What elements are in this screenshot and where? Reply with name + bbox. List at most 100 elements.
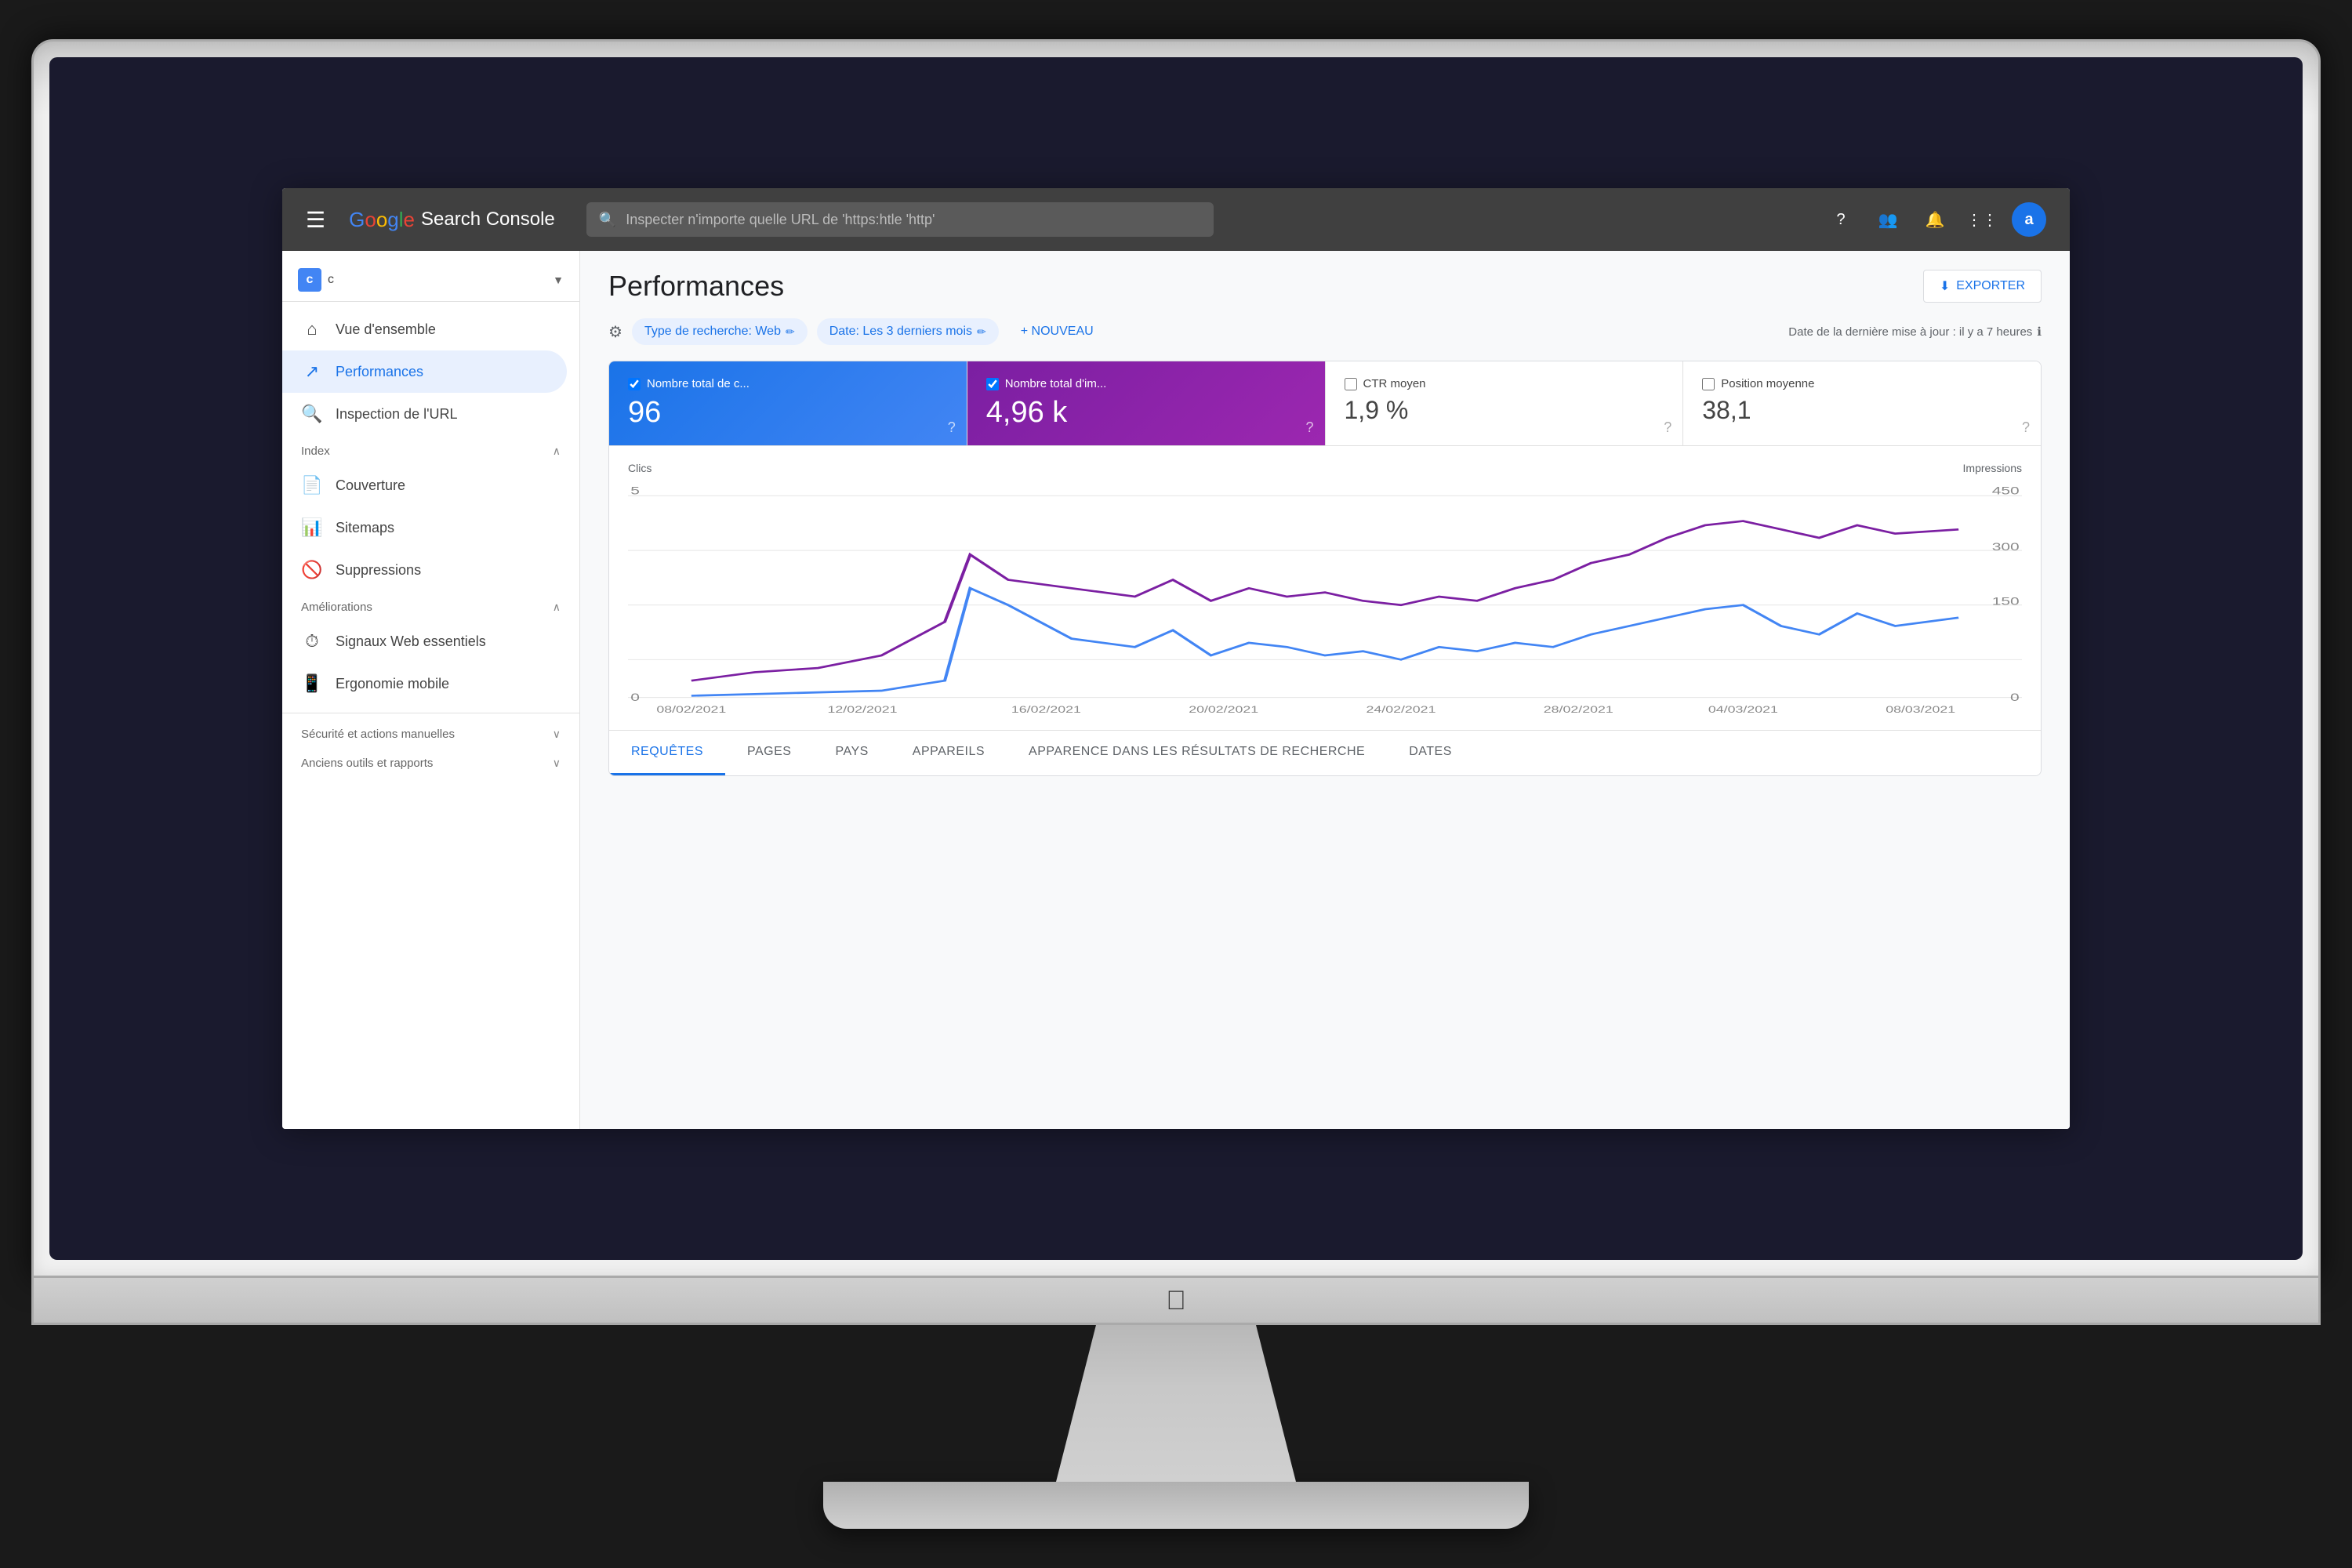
share-icon-btn[interactable]: 👥 [1871, 202, 1905, 237]
sidebar-item-performances[interactable]: ↗ Performances [282, 350, 567, 393]
metric-card-impressions[interactable]: Nombre total d'im... 4,96 k ? [967, 361, 1326, 445]
anciens-section-header[interactable]: Anciens outils et rapports ∨ [282, 747, 579, 776]
metrics-chart-container: Nombre total de c... 96 ? Nombre t [608, 361, 2042, 776]
metric-clics-label: Nombre total de c... [647, 377, 750, 390]
chart-left-label: Clics [628, 462, 652, 474]
clics-line [691, 588, 1958, 695]
svg-text:04/03/2021: 04/03/2021 [1708, 704, 1778, 713]
metric-ctr-checkbox-row: CTR moyen [1345, 377, 1664, 390]
monitor-stand-base [823, 1482, 1529, 1529]
sidebar-signaux-label: Signaux Web essentiels [336, 633, 486, 650]
notifications-icon-btn[interactable]: 🔔 [1918, 202, 1952, 237]
metric-clics-value: 96 [628, 397, 948, 430]
sidebar-performances-label: Performances [336, 364, 423, 380]
site-dropdown-arrow[interactable]: ▼ [553, 274, 564, 286]
sidebar-item-suppressions[interactable]: 🚫 Suppressions [282, 549, 567, 591]
metric-clics-checkbox-row: Nombre total de c... [628, 377, 948, 390]
svg-text:16/02/2021: 16/02/2021 [1011, 704, 1081, 713]
tab-pages[interactable]: PAGES [725, 731, 813, 775]
metric-card-position[interactable]: Position moyenne 38,1 ? [1683, 361, 2041, 445]
site-name-text: c [328, 273, 546, 287]
site-logo: c [298, 268, 321, 292]
securite-section-title: Sécurité et actions manuelles [301, 728, 455, 741]
metric-impressions-value: 4,96 k [986, 397, 1306, 430]
user-avatar[interactable]: a [2012, 202, 2046, 237]
sidebar-item-ergonomie[interactable]: 📱 Ergonomie mobile [282, 662, 567, 705]
metric-impressions-checkbox[interactable] [986, 378, 999, 390]
app-container: ☰ Google Search Console 🔍 Inspecter n'im… [282, 188, 2070, 1129]
suppressions-icon: 🚫 [301, 560, 323, 580]
index-section-header[interactable]: Index ∧ [282, 435, 579, 464]
chart-area: Clics Impressions [609, 446, 2041, 730]
brand-logo: Google Search Console [349, 208, 555, 232]
sidebar-couverture-label: Couverture [336, 477, 405, 494]
search-bar[interactable]: 🔍 Inspecter n'importe quelle URL de 'htt… [586, 202, 1214, 237]
google-letter-g: Google [349, 208, 415, 232]
tabs-row: REQUÊTES PAGES PAYS APPAREILS APPARENCE … [609, 730, 2041, 775]
filter-icon: ⚙ [608, 322, 622, 342]
anciens-collapse-arrow: ∨ [553, 757, 561, 770]
metric-clics-info-icon: ? [948, 419, 956, 436]
metric-ctr-label: CTR moyen [1363, 377, 1426, 390]
site-selector[interactable]: c c ▼ [282, 259, 579, 302]
sidebar-url-label: Inspection de l'URL [336, 406, 458, 423]
help-icon-btn[interactable]: ? [1824, 202, 1858, 237]
tab-apparence[interactable]: APPARENCE DANS LES RÉSULTATS DE RECHERCH… [1007, 731, 1387, 775]
svg-text:08/03/2021: 08/03/2021 [1886, 704, 1955, 713]
sidebar-item-signaux-web[interactable]: ⏱ Signaux Web essentiels [282, 620, 567, 662]
nav-icons: ? 👥 🔔 ⋮⋮ a [1824, 202, 2046, 237]
chart-right-label: Impressions [1963, 462, 2022, 474]
svg-text:150: 150 [1992, 595, 2020, 608]
apps-icon-btn[interactable]: ⋮⋮ [1965, 202, 1999, 237]
metric-ctr-info-icon: ? [1664, 419, 1671, 436]
svg-text:0: 0 [630, 691, 640, 703]
tab-requetes[interactable]: REQUÊTES [609, 731, 725, 775]
screen-background: ☰ Google Search Console 🔍 Inspecter n'im… [49, 57, 2303, 1260]
ameliorations-section-title: Améliorations [301, 601, 372, 614]
metric-position-checkbox[interactable] [1702, 378, 1715, 390]
metric-position-value: 38,1 [1702, 397, 2022, 424]
filter-chip-search-type[interactable]: Type de recherche: Web ✏ [632, 318, 808, 345]
performance-chart: 5 0 450 300 150 0 [628, 479, 2022, 714]
signaux-web-icon: ⏱ [301, 631, 323, 652]
page-title: Performances [608, 270, 784, 303]
export-label: EXPORTER [1956, 279, 2025, 293]
chart-wrapper: 5 0 450 300 150 0 [628, 479, 2022, 714]
sidebar-item-overview[interactable]: ⌂ Vue d'ensemble [282, 308, 567, 350]
metric-clics-checkbox[interactable] [628, 378, 641, 390]
add-new-filter-button[interactable]: + NOUVEAU [1008, 318, 1106, 345]
sidebar-item-sitemaps[interactable]: 📊 Sitemaps [282, 506, 567, 549]
metric-impressions-checkbox-row: Nombre total d'im... [986, 377, 1306, 390]
metric-position-checkbox-row: Position moyenne [1702, 377, 2022, 390]
sitemaps-icon: 📊 [301, 517, 323, 538]
securite-section-header[interactable]: Sécurité et actions manuelles ∨ [282, 713, 579, 747]
svg-text:08/02/2021: 08/02/2021 [656, 704, 726, 713]
metric-ctr-checkbox[interactable] [1345, 378, 1357, 390]
sidebar-overview-label: Vue d'ensemble [336, 321, 436, 338]
url-search-icon: 🔍 [301, 404, 323, 424]
site-initial: c [307, 273, 314, 287]
home-icon: ⌂ [301, 319, 323, 339]
filter-chip-date-label: Date: Les 3 derniers mois [829, 325, 972, 339]
ameliorations-section-header[interactable]: Améliorations ∧ [282, 591, 579, 620]
performance-icon: ↗ [301, 361, 323, 382]
metric-position-label: Position moyenne [1721, 377, 1814, 390]
sidebar-item-url-inspection[interactable]: 🔍 Inspection de l'URL [282, 393, 567, 435]
filter-chip-date[interactable]: Date: Les 3 derniers mois ✏ [817, 318, 999, 345]
metric-card-clics[interactable]: Nombre total de c... 96 ? [609, 361, 967, 445]
tab-pays[interactable]: PAYS [813, 731, 890, 775]
coverage-icon: 📄 [301, 475, 323, 495]
svg-text:300: 300 [1992, 540, 2020, 553]
monitor-chin:  [31, 1278, 2321, 1325]
add-new-filter-label: + NOUVEAU [1021, 325, 1094, 339]
top-navigation: ☰ Google Search Console 🔍 Inspecter n'im… [282, 188, 2070, 251]
sidebar-item-couverture[interactable]: 📄 Couverture [282, 464, 567, 506]
apps-grid-icon: ⋮⋮ [1966, 210, 1998, 230]
tab-dates[interactable]: DATES [1387, 731, 1474, 775]
hamburger-icon[interactable]: ☰ [306, 207, 325, 233]
metric-card-ctr[interactable]: CTR moyen 1,9 % ? [1326, 361, 1684, 445]
sidebar-suppressions-label: Suppressions [336, 562, 421, 579]
tab-appareils[interactable]: APPAREILS [891, 731, 1007, 775]
export-button[interactable]: ⬇ EXPORTER [1923, 270, 2042, 303]
export-icon: ⬇ [1940, 278, 1950, 294]
